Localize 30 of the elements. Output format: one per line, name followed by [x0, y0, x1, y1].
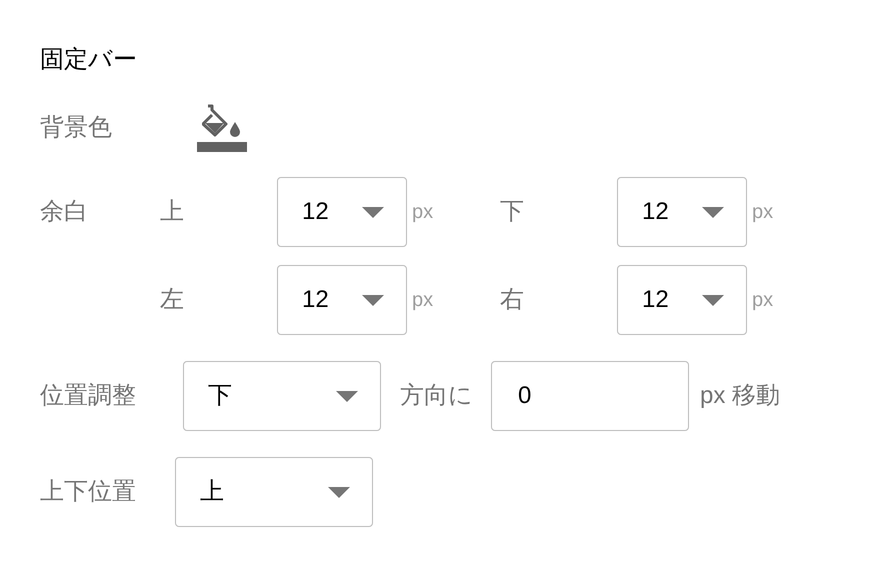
unit-label: px [412, 288, 434, 313]
side-label: 下 [500, 197, 525, 227]
caret-icon [362, 294, 384, 306]
field-label: 背景色 [40, 113, 113, 143]
field-label: 位置調整 [40, 381, 137, 411]
number-input[interactable]: 0 [491, 361, 689, 431]
caret-icon [362, 206, 384, 218]
dropdown[interactable]: 上 [175, 457, 373, 527]
unit-label: px [752, 200, 774, 225]
caret-icon [328, 486, 350, 498]
unit-label: px [412, 200, 434, 225]
caret-icon [702, 206, 724, 218]
dropdown[interactable]: 12 [277, 177, 407, 247]
paint-bucket-icon[interactable] [202, 104, 242, 138]
unit-label: px [752, 288, 774, 313]
section-title: 固定バー [40, 45, 138, 75]
caret-icon [336, 390, 358, 402]
field-label: 余白 [40, 197, 89, 227]
field-label: 方向に [400, 381, 474, 411]
side-label: 左 [160, 285, 185, 315]
side-label: 右 [500, 285, 525, 315]
color-swatch [197, 142, 247, 152]
dropdown[interactable]: 12 [617, 177, 747, 247]
caret-icon [702, 294, 724, 306]
side-label: 上 [160, 197, 185, 227]
dropdown[interactable]: 下 [183, 361, 381, 431]
field-label: 上下位置 [40, 477, 137, 507]
dropdown[interactable]: 12 [277, 265, 407, 335]
dropdown[interactable]: 12 [617, 265, 747, 335]
unit-label: px 移動 [700, 381, 780, 411]
